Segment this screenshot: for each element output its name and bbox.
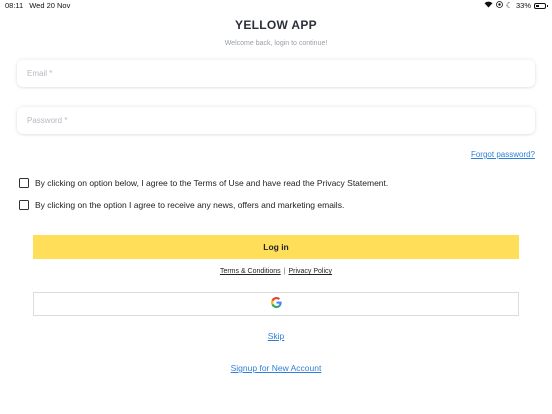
status-bar: 08:11 Wed 20 Nov ☾ 33% <box>0 0 552 12</box>
email-field[interactable] <box>17 60 535 87</box>
consent-marketing-checkbox[interactable] <box>19 200 29 210</box>
password-field[interactable] <box>17 107 535 134</box>
consent-marketing-row: By clicking on the option I agree to rec… <box>19 200 344 210</box>
skip-row: Skip <box>0 331 552 341</box>
consent-marketing-label: By clicking on the option I agree to rec… <box>35 200 345 210</box>
forgot-password-link[interactable]: Forgot password? <box>471 150 535 159</box>
status-time: 08:11 <box>5 1 24 10</box>
legal-links: Terms & Conditions | Privacy Policy <box>0 268 552 275</box>
google-g-icon <box>270 295 282 313</box>
battery-percent: 33% <box>515 1 531 10</box>
battery-fill <box>536 4 539 7</box>
skip-link[interactable]: Skip <box>268 331 285 341</box>
signup-row: Signup for New Account <box>0 363 552 373</box>
consent-terms-checkbox[interactable] <box>19 178 29 188</box>
consent-terms-label: By clicking on option below, I agree to … <box>35 178 389 188</box>
privacy-link[interactable]: Privacy Policy <box>288 268 332 275</box>
location-icon <box>495 1 503 10</box>
page-subtitle: Welcome back, login to continue! <box>224 40 328 47</box>
legal-separator: | <box>283 268 286 275</box>
moon-icon: ☾ <box>505 0 513 10</box>
status-date: Wed 20 Nov <box>29 1 71 10</box>
app-title: YELLOW APP <box>235 18 317 32</box>
consent-terms-row: By clicking on option below, I agree to … <box>19 178 388 188</box>
battery-icon <box>534 2 548 9</box>
status-right: ☾ 33% <box>484 0 548 10</box>
status-left: 08:11 Wed 20 Nov <box>5 1 70 10</box>
terms-link[interactable]: Terms & Conditions <box>220 268 281 275</box>
google-signin-button[interactable] <box>33 292 519 316</box>
login-button[interactable]: Log in <box>33 235 519 259</box>
signup-link[interactable]: Signup for New Account <box>231 363 322 373</box>
wifi-icon <box>484 1 493 10</box>
